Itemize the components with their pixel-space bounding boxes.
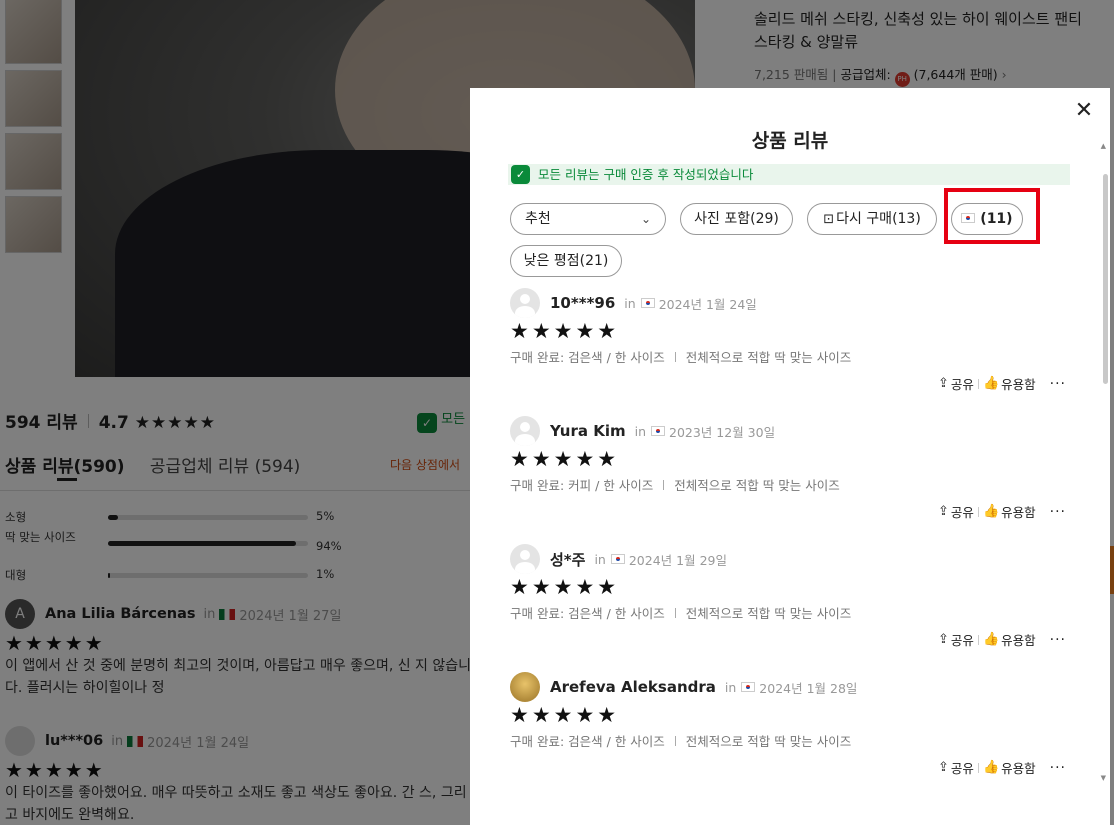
review-actions: ⇪ 공유 👍 유용함 ··· bbox=[938, 374, 1066, 393]
share-icon: ⇪ bbox=[938, 632, 949, 647]
in-label: in bbox=[724, 679, 737, 695]
review-date: 2023년 12월 30일 bbox=[669, 424, 776, 440]
review-stars: ★★★★★ bbox=[510, 319, 620, 343]
avatar bbox=[510, 672, 540, 702]
reviewer-name: Yura Kim bbox=[550, 422, 626, 440]
review-meta: 구매 완료: 커피 / 한 사이즈 전체적으로 적합 딱 맞는 사이즈 bbox=[510, 475, 1070, 494]
flag-kr-icon bbox=[610, 554, 625, 564]
thumbs-up-icon: 👍 bbox=[982, 760, 1000, 775]
share-icon: ⇪ bbox=[938, 760, 949, 775]
sort-label: 추천 bbox=[525, 211, 551, 227]
review-item: 10***96 in 2024년 1월 24일 ★★★★★ 구매 완료: 검은색… bbox=[510, 288, 1070, 408]
review-actions: ⇪ 공유 👍 유용함 ··· bbox=[938, 502, 1066, 521]
review-item: Yura Kim in 2023년 12월 30일 ★★★★★ 구매 완료: 커… bbox=[510, 416, 1070, 536]
filter-repurchase[interactable]: ⊡ 다시 구매(13) bbox=[807, 203, 937, 235]
review-actions: ⇪ 공유 👍 유용함 ··· bbox=[938, 630, 1066, 649]
review-stars: ★★★★★ bbox=[510, 575, 620, 599]
helpful-label: 유용함 bbox=[1001, 505, 1036, 520]
filter-photo[interactable]: 사진 포함(29) bbox=[680, 203, 793, 235]
share-button[interactable]: ⇪ 공유 bbox=[938, 630, 974, 649]
helpful-label: 유용함 bbox=[1001, 633, 1036, 648]
share-button[interactable]: ⇪ 공유 bbox=[938, 758, 974, 777]
helpful-button[interactable]: 👍 유용함 bbox=[983, 374, 1036, 393]
helpful-label: 유용함 bbox=[1001, 377, 1036, 392]
review-meta: 구매 완료: 검은색 / 한 사이즈 전체적으로 적합 딱 맞는 사이즈 bbox=[510, 731, 1070, 750]
highlight-box bbox=[944, 188, 1040, 244]
more-icon[interactable]: ··· bbox=[1050, 760, 1066, 776]
helpful-label: 유용함 bbox=[1001, 761, 1036, 776]
fit-info: 전체적으로 적합 딱 맞는 사이즈 bbox=[685, 350, 852, 365]
modal-title: 상품 리뷰 bbox=[751, 130, 829, 152]
close-icon[interactable]: ✕ bbox=[1072, 100, 1096, 124]
sort-select[interactable]: 추천 ⌄ bbox=[510, 203, 666, 235]
flag-kr-icon bbox=[640, 298, 655, 308]
thumbs-up-icon: 👍 bbox=[982, 504, 1000, 519]
purchase-info: 구매 완료: 검은색 / 한 사이즈 bbox=[510, 606, 665, 621]
review-meta: 구매 완료: 검은색 / 한 사이즈 전체적으로 적합 딱 맞는 사이즈 bbox=[510, 603, 1070, 622]
thumbs-up-icon: 👍 bbox=[982, 632, 1000, 647]
flag-kr-icon bbox=[651, 426, 665, 436]
review-item: Arefeva Aleksandra in 2024년 1월 28일 ★★★★★… bbox=[510, 672, 1070, 792]
more-icon[interactable]: ··· bbox=[1050, 376, 1066, 392]
review-actions: ⇪ 공유 👍 유용함 ··· bbox=[938, 758, 1066, 777]
share-icon: ⇪ bbox=[938, 376, 949, 391]
avatar bbox=[510, 288, 540, 318]
share-button[interactable]: ⇪ 공유 bbox=[938, 502, 974, 521]
purchase-info: 구매 완료: 커피 / 한 사이즈 bbox=[510, 478, 654, 493]
review-stars: ★★★★★ bbox=[510, 447, 620, 471]
in-label: in bbox=[634, 423, 646, 439]
avatar bbox=[510, 416, 540, 446]
helpful-button[interactable]: 👍 유용함 bbox=[983, 502, 1036, 521]
shield-icon: ✓ bbox=[511, 165, 530, 184]
fit-info: 전체적으로 적합 딱 맞는 사이즈 bbox=[685, 606, 852, 621]
bag-icon: ⊡ bbox=[823, 212, 835, 227]
scroll-down-icon[interactable]: ▼ bbox=[1101, 774, 1106, 782]
filter-low-rating[interactable]: 낮은 평점(21) bbox=[510, 245, 622, 277]
reviewer-name: Arefeva Aleksandra bbox=[550, 678, 716, 696]
purchase-info: 구매 완료: 검은색 / 한 사이즈 bbox=[510, 350, 665, 365]
fit-info: 전체적으로 적합 딱 맞는 사이즈 bbox=[674, 478, 840, 493]
review-date: 2024년 1월 24일 bbox=[658, 296, 757, 312]
verified-notice-text: 모든 리뷰는 구매 인증 후 작성되었습니다 bbox=[538, 167, 754, 182]
review-date: 2024년 1월 28일 bbox=[759, 680, 858, 696]
reviewer-name: 성*주 bbox=[550, 550, 586, 569]
review-modal: ✕ 상품 리뷰 ✓ 모든 리뷰는 구매 인증 후 작성되었습니다 추천 ⌄ 사진… bbox=[470, 88, 1110, 825]
reviewer-name: 10***96 bbox=[550, 294, 616, 312]
more-icon[interactable]: ··· bbox=[1050, 504, 1066, 520]
fit-info: 전체적으로 적합 딱 맞는 사이즈 bbox=[685, 734, 852, 749]
share-button[interactable]: ⇪ 공유 bbox=[938, 374, 974, 393]
verified-notice: ✓ 모든 리뷰는 구매 인증 후 작성되었습니다 bbox=[508, 164, 1070, 185]
share-label: 공유 bbox=[950, 633, 974, 648]
purchase-info: 구매 완료: 검은색 / 한 사이즈 bbox=[510, 734, 665, 749]
review-item: 성*주 in 2024년 1월 29일 ★★★★★ 구매 완료: 검은색 / 한… bbox=[510, 544, 1070, 664]
share-label: 공유 bbox=[950, 761, 974, 776]
review-stars: ★★★★★ bbox=[510, 703, 620, 727]
review-date: 2024년 1월 29일 bbox=[628, 552, 727, 568]
chevron-down-icon: ⌄ bbox=[640, 212, 651, 226]
share-icon: ⇪ bbox=[938, 504, 949, 519]
avatar bbox=[510, 544, 540, 574]
thumbs-up-icon: 👍 bbox=[982, 376, 1000, 391]
share-label: 공유 bbox=[950, 377, 974, 392]
in-label: in bbox=[624, 295, 636, 311]
more-icon[interactable]: ··· bbox=[1050, 632, 1066, 648]
filter-repurchase-label: 다시 구매(13) bbox=[836, 211, 921, 227]
in-label: in bbox=[594, 551, 606, 567]
scrollbar-thumb[interactable] bbox=[1103, 174, 1108, 384]
helpful-button[interactable]: 👍 유용함 bbox=[983, 630, 1036, 649]
review-meta: 구매 완료: 검은색 / 한 사이즈 전체적으로 적합 딱 맞는 사이즈 bbox=[510, 347, 1070, 366]
scroll-up-icon[interactable]: ▲ bbox=[1101, 142, 1106, 150]
helpful-button[interactable]: 👍 유용함 bbox=[983, 758, 1036, 777]
flag-kr-icon bbox=[741, 682, 756, 692]
share-label: 공유 bbox=[950, 505, 974, 520]
